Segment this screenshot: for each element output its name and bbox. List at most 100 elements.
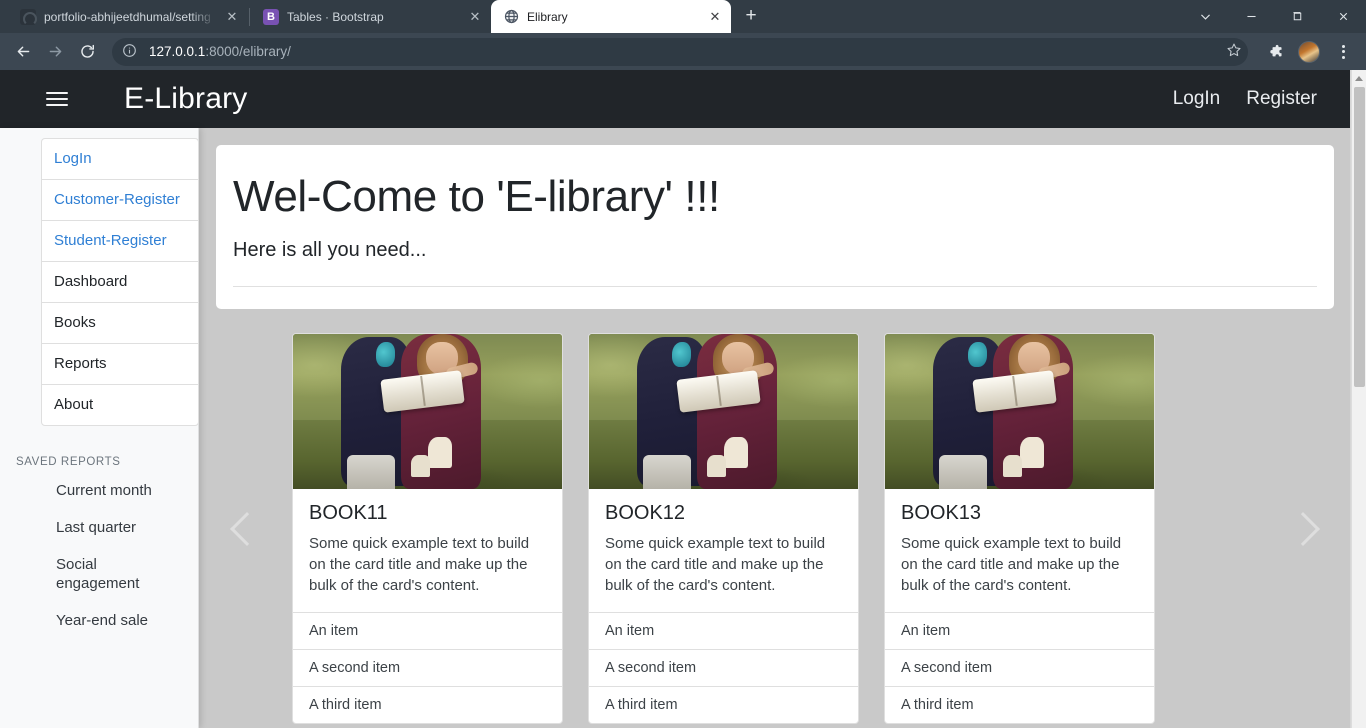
carousel-prev-button[interactable] [216,333,278,724]
card-list-group: An item A second item A third item [589,612,858,723]
content-inner: Wel-Come to 'E-library' !!! Here is all … [199,145,1351,725]
saved-reports-heading: SAVED REPORTS [16,456,121,468]
site-navbar: E-Library LogIn Register [0,70,1351,128]
site-brand[interactable]: E-Library [124,82,248,116]
list-item[interactable]: A third item [885,687,1154,723]
tab-title: Elibrary [527,9,568,24]
window-controls [1182,0,1366,33]
card-body: BOOK11 Some quick example text to build … [293,489,562,612]
bookmark-star-icon[interactable] [1226,42,1242,61]
card-title: BOOK12 [605,502,686,525]
list-item[interactable]: An item [589,613,858,651]
book-cover-image [293,334,562,490]
book-card[interactable]: BOOK11 Some quick example text to build … [292,333,563,725]
sidebar-list-group: LogIn Customer-Register Student-Register… [41,138,199,426]
scrollbar-thumb[interactable] [1354,87,1365,387]
page-scrollbar[interactable] [1351,70,1366,728]
close-icon[interactable] [1320,0,1366,33]
toolbar-right-actions [1258,37,1358,67]
page-title: Wel-Come to 'E-library' !!! [233,172,720,221]
carousel-next-button[interactable] [1272,333,1334,724]
card-list-group: An item A second item A third item [885,612,1154,723]
page-body: LogIn Customer-Register Student-Register… [0,128,1351,728]
list-item[interactable]: A second item [589,650,858,688]
github-icon [20,8,37,26]
chevron-left-icon [230,511,264,546]
card-text: Some quick example text to build on the … [901,535,1122,595]
list-item[interactable]: A third item [293,687,562,723]
avatar [1298,40,1320,63]
tab-strip: portfolio-abhijeetdhumal/setting ✕ B Tab… [0,0,1366,33]
card-text: Some quick example text to build on the … [605,535,826,595]
new-tab-button[interactable]: + [737,2,765,30]
card-text: Some quick example text to build on the … [309,535,530,595]
jumbotron-divider [233,286,1317,288]
card-title: BOOK13 [901,502,982,525]
chevron-right-icon [1286,511,1320,546]
saved-report-year-end-sale[interactable]: Year-end sale [0,602,199,639]
reload-button[interactable] [72,37,102,67]
page-subtitle: Here is all you need... [233,239,427,262]
bootstrap-icon: B [263,8,279,25]
book-carousel: BOOK11 Some quick example text to build … [216,333,1334,725]
tab-close-icon[interactable]: ✕ [224,9,240,25]
browser-window: portfolio-abhijeetdhumal/setting ✕ B Tab… [0,0,1366,728]
book-cover-image [589,334,858,490]
list-item[interactable]: A second item [293,650,562,688]
tab-close-icon[interactable]: ✕ [467,9,483,25]
book-cover-image [885,334,1154,490]
navbar-links: LogIn Register [1173,88,1335,110]
profile-avatar[interactable] [1294,37,1324,67]
card-list-group: An item A second item A third item [293,612,562,723]
card-body: BOOK13 Some quick example text to build … [885,489,1154,612]
navbar-link-login[interactable]: LogIn [1173,88,1221,110]
card-deck: BOOK11 Some quick example text to build … [292,333,1258,725]
elibrary-page: E-Library LogIn Register LogIn Customer-… [0,70,1351,728]
browser-toolbar: 127.0.0.1:8000/elibrary/ [0,33,1366,70]
url-path: :8000/elibrary/ [205,44,291,59]
globe-icon [503,9,519,25]
sidebar-item-about[interactable]: About [42,385,198,425]
saved-report-current-month[interactable]: Current month [0,472,199,509]
forward-button[interactable] [40,37,70,67]
navbar-link-register[interactable]: Register [1246,88,1317,110]
browser-menu-icon[interactable] [1328,37,1358,67]
tab-title: portfolio-abhijeetdhumal/setting [44,9,211,24]
url-host: 127.0.0.1 [149,44,206,59]
page-viewport: E-Library LogIn Register LogIn Customer-… [0,70,1366,728]
maximize-icon[interactable] [1274,0,1320,33]
book-card[interactable]: BOOK12 Some quick example text to build … [588,333,859,725]
minimize-icon[interactable] [1228,0,1274,33]
jumbotron: Wel-Come to 'E-library' !!! Here is all … [216,145,1334,310]
list-item[interactable]: A second item [885,650,1154,688]
extensions-icon[interactable] [1260,37,1290,67]
card-body: BOOK12 Some quick example text to build … [589,489,858,612]
address-bar[interactable]: 127.0.0.1:8000/elibrary/ [112,37,1248,66]
sidebar-item-customer-register[interactable]: Customer-Register [42,180,198,221]
site-info-icon[interactable] [122,43,140,61]
sidebar-item-dashboard[interactable]: Dashboard [42,262,198,303]
sidebar-item-reports[interactable]: Reports [42,344,198,385]
back-button[interactable] [8,37,38,67]
list-item[interactable]: A third item [589,687,858,723]
saved-reports-list: Current month Last quarter Social engage… [0,472,199,639]
hamburger-icon[interactable] [46,92,68,106]
tab-close-icon[interactable]: ✕ [707,9,723,25]
tab-search-icon[interactable] [1182,0,1228,33]
book-card[interactable]: BOOK13 Some quick example text to build … [884,333,1155,725]
sidebar-item-student-register[interactable]: Student-Register [42,221,198,262]
browser-tab-3-active[interactable]: Elibrary ✕ [491,0,731,33]
sidebar-item-login[interactable]: LogIn [42,139,198,180]
saved-report-last-quarter[interactable]: Last quarter [0,509,199,546]
browser-tab-1[interactable]: portfolio-abhijeetdhumal/setting ✕ [8,0,248,33]
main-content: Wel-Come to 'E-library' !!! Here is all … [199,128,1351,728]
list-item[interactable]: An item [885,613,1154,651]
saved-report-social-engagement[interactable]: Social engagement [0,546,199,602]
tab-title: Tables · Bootstrap [287,9,384,24]
tab-divider [249,7,250,26]
scrollbar-up-arrow-icon[interactable] [1352,70,1366,87]
list-item[interactable]: An item [293,613,562,651]
card-title: BOOK11 [309,502,388,525]
browser-tab-2[interactable]: B Tables · Bootstrap ✕ [251,0,491,33]
sidebar-item-books[interactable]: Books [42,303,198,344]
